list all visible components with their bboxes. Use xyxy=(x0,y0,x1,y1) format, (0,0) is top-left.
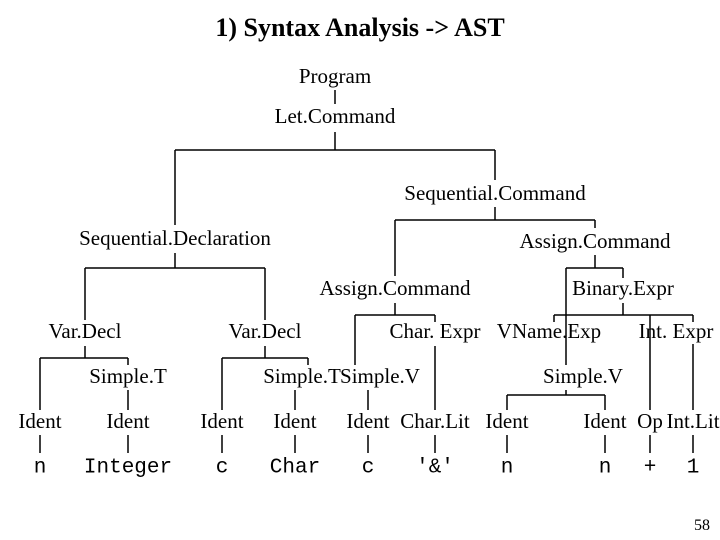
node-simplev-r: Simple.V xyxy=(543,364,623,388)
node-ident7: Ident xyxy=(583,409,626,433)
node-seqcmd: Sequential.Command xyxy=(404,181,586,205)
leaf-char: Char xyxy=(270,457,320,480)
node-ident4: Ident xyxy=(273,409,316,433)
slide-title: 1) Syntax Analysis -> AST xyxy=(215,13,504,42)
node-intexpr: Int. Expr xyxy=(639,319,714,343)
node-ident2: Ident xyxy=(106,409,149,433)
node-assigncmd-r: Assign.Command xyxy=(519,229,671,253)
leaf-c2: c xyxy=(362,457,375,480)
leaf-c1: c xyxy=(216,457,229,480)
page-number: 58 xyxy=(694,517,710,534)
node-simplev-l: Simple.V xyxy=(340,364,420,388)
leaf-n3: n xyxy=(599,457,612,480)
node-seqdecl: Sequential.Declaration xyxy=(79,226,271,250)
node-op: Op xyxy=(637,409,663,433)
leaf-one: 1 xyxy=(687,457,700,480)
node-ident5: Ident xyxy=(346,409,389,433)
ast-diagram: 1) Syntax Analysis -> AST 58 Program Let… xyxy=(0,0,720,540)
node-assigncmd-l: Assign.Command xyxy=(319,276,471,300)
node-letcommand: Let.Command xyxy=(275,104,396,128)
leaf-amp: '&' xyxy=(416,457,454,480)
node-vardecl-r: Var.Decl xyxy=(229,319,302,343)
node-vnameexp: VName.Exp xyxy=(497,319,601,343)
node-vardecl-l: Var.Decl xyxy=(49,319,122,343)
node-charlit: Char.Lit xyxy=(400,409,470,433)
node-ident3: Ident xyxy=(200,409,243,433)
node-simplet-l: Simple.T xyxy=(89,364,167,388)
node-ident6: Ident xyxy=(485,409,528,433)
node-charexpr: Char. Expr xyxy=(390,319,481,343)
leaf-n2: n xyxy=(501,457,514,480)
node-intlit: Int.Lit xyxy=(666,409,719,433)
node-program: Program xyxy=(299,64,371,88)
leaf-plus: + xyxy=(644,457,657,480)
node-ident1: Ident xyxy=(18,409,61,433)
leaf-n1: n xyxy=(34,457,47,480)
node-simplet-r: Simple.T xyxy=(263,364,341,388)
leaf-integer: Integer xyxy=(84,457,172,480)
node-binexpr: Binary.Expr xyxy=(572,276,674,300)
